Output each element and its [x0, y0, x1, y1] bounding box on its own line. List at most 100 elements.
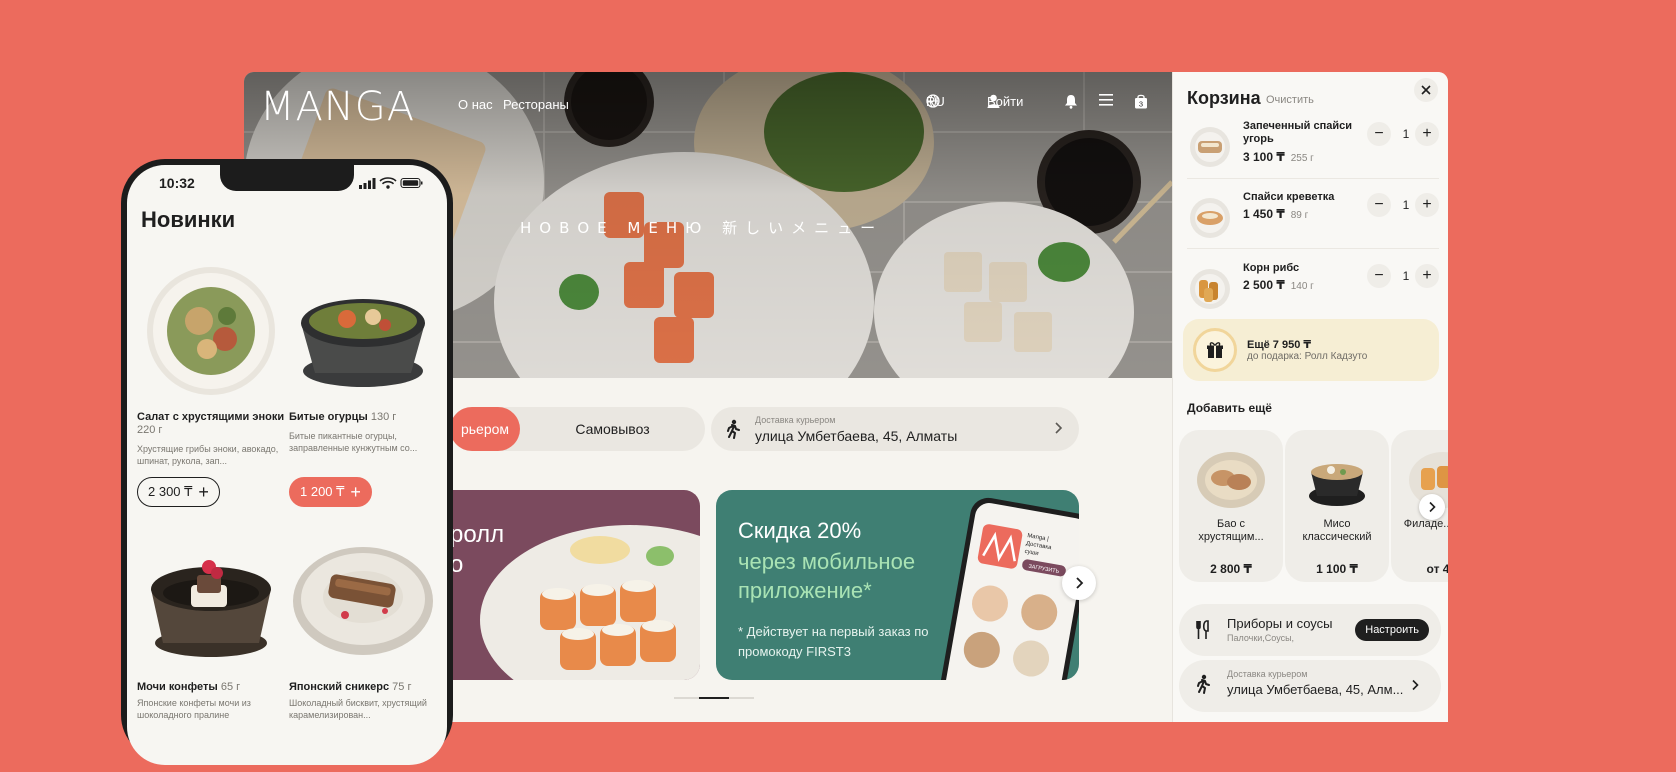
promo-roll-image [480, 525, 700, 680]
increase-qty-button[interactable]: + [1415, 122, 1439, 146]
cutlery-title: Приборы и соусы [1227, 616, 1333, 631]
cart-item-name: Корн рибс [1243, 262, 1300, 274]
cart-item-image [1190, 127, 1230, 167]
promo-app-note: * Действует на первый заказ по промокоду… [738, 624, 929, 659]
shopping-bag-icon: 3 [1135, 94, 1147, 109]
battery-icon [400, 177, 423, 189]
cutlery-sauces-row[interactable]: Приборы и соусы Палочки,Соусы, Настроить [1179, 604, 1441, 656]
cart-item-image [1190, 269, 1230, 309]
suggestion-price: от 4 8 [1426, 562, 1448, 576]
user-icon [987, 94, 1000, 108]
cart-item-price-value: 2 500 ₸ [1243, 278, 1285, 292]
chevron-right-icon [1429, 501, 1436, 513]
cart-clear-button[interactable]: Очистить [1266, 94, 1314, 106]
delivery-method-switch: рьером Самовывоз [450, 407, 705, 451]
promo-card-app-discount[interactable]: Manga | Доставка суши ЗАГРУЗИТЬ Скидка 2… [716, 490, 1079, 680]
nav-about-link[interactable]: О нас [458, 97, 493, 112]
hamburger-icon [1099, 94, 1113, 106]
product-weight: 220 г [137, 424, 163, 436]
language-switch[interactable]: RU [926, 94, 945, 109]
phone-notch [220, 165, 354, 191]
plus-icon: + [350, 481, 361, 502]
cart-item-price: 1 450 ₸ 89 г [1243, 207, 1308, 221]
phone-screen: 10:32 Новинки Салат с хрустящими эноки 2… [127, 165, 447, 765]
product-name-text: Японский сникерс [289, 681, 390, 693]
close-icon [1421, 85, 1431, 95]
tab-courier[interactable]: рьером [450, 407, 520, 451]
logo[interactable]: MANGA [260, 84, 415, 130]
product-card[interactable]: Японский сникерс 75 г Шоколадный бисквит… [289, 531, 437, 721]
suggestion-name: Бао с хрустящим... [1198, 518, 1264, 543]
cart-item-name: Спайси креветка [1243, 191, 1335, 203]
configure-button[interactable]: Настроить [1355, 619, 1429, 641]
tab-pickup[interactable]: Самовывоз [520, 407, 705, 451]
product-card[interactable]: Мочи конфеты 65 г Японские конфеты мочи … [137, 531, 285, 721]
add-more-title: Добавить ещё [1187, 401, 1272, 415]
cart-item: Корн рибс 2 500 ₸ 140 г − 1 + [1187, 262, 1439, 322]
carousel-next-button[interactable] [1062, 566, 1096, 600]
suggestion-name: Мисо классический [1302, 518, 1372, 543]
promo-roll-line-2: о [450, 551, 464, 578]
product-description: Шоколадный бисквит, хрустящий карамелизи… [289, 698, 427, 720]
page-title: Новинки [141, 207, 236, 232]
divider [1187, 248, 1439, 249]
add-to-cart-button[interactable]: 2 300 ₸ + [137, 477, 220, 507]
signal-icon [359, 178, 376, 189]
product-card[interactable]: Битые огурцы 130 г Битые пикантные огурц… [289, 261, 437, 511]
suggestion-image [1309, 464, 1365, 506]
cart-delivery-label: Доставка курьером [1227, 669, 1308, 679]
cart-item: Запеченный спайси угорь 3 100 ₸ 255 г − 1… [1187, 120, 1439, 180]
suggestion-image [1197, 452, 1265, 508]
bell-icon [1065, 95, 1077, 109]
suggestion-price: 2 800 ₸ [1210, 562, 1252, 576]
suggestion-card[interactable]: Бао с хрустящим... 2 800 ₸ [1179, 430, 1283, 582]
delivery-address-label: Доставка курьером [755, 415, 836, 425]
status-time: 10:32 [159, 175, 195, 191]
cutlery-subtitle: Палочки,Соусы, [1227, 633, 1295, 643]
product-card[interactable]: Салат с хрустящими эноки 220 г Хрустящие… [137, 261, 285, 511]
product-name: Битые огурцы 130 г [289, 411, 437, 424]
promo-app-subtitle: через мобильное приложение* [738, 549, 916, 603]
product-weight: 75 г [392, 681, 412, 693]
gift-progress-card: Ещё 7 950 ₸ до подарка: Ролл Кадзуто [1183, 319, 1439, 381]
promo-app-title: Скидка 20% [738, 518, 862, 543]
cart-item-price: 2 500 ₸ 140 г [1243, 278, 1314, 292]
decrease-qty-button[interactable]: − [1367, 193, 1391, 217]
product-description: Битые пикантные огурцы, заправленные кун… [289, 431, 418, 453]
globe-icon [926, 94, 940, 108]
cutlery-icon [1196, 620, 1209, 639]
increase-qty-button[interactable]: + [1415, 193, 1439, 217]
product-image [151, 560, 271, 657]
gift-progress-ring [1193, 328, 1237, 372]
cart-item-price-value: 1 450 ₸ [1243, 207, 1285, 221]
suggestions-next-button[interactable] [1419, 494, 1445, 520]
cart-close-button[interactable] [1414, 78, 1438, 102]
cart-item-weight: 140 г [1290, 281, 1314, 292]
suggestion-card[interactable]: Мисо классический 1 100 ₸ [1285, 430, 1389, 582]
product-price: 1 200 ₸ [300, 484, 345, 499]
product-weight: 130 г [370, 411, 397, 423]
add-to-cart-button[interactable]: 1 200 ₸ + [289, 477, 372, 507]
product-description: Японские конфеты мочи из шоколадного пра… [137, 698, 251, 720]
wifi-icon [379, 177, 397, 189]
product-price: 2 300 ₸ [148, 484, 193, 499]
decrease-qty-button[interactable]: − [1367, 122, 1391, 146]
courier-walk-icon [727, 419, 740, 439]
cart-delivery-row[interactable]: Доставка курьером улица Умбетбаева, 45, … [1179, 660, 1441, 712]
promo-roll-title: ролл о [450, 520, 504, 580]
cart-item-price: 3 100 ₸ 255 г [1243, 150, 1314, 164]
increase-qty-button[interactable]: + [1415, 264, 1439, 288]
cart-title: Корзина [1187, 88, 1261, 108]
delivery-address-field[interactable]: Доставка курьером улица Умбетбаева, 45, … [711, 407, 1079, 451]
product-image [301, 299, 425, 387]
cart-item-weight: 89 г [1290, 210, 1309, 221]
nav-restaurants-link[interactable]: Рестораны [503, 97, 569, 112]
promo-roll-line-1: ролл [450, 521, 505, 548]
product-name-text: Мочи конфеты [137, 681, 218, 693]
plus-icon: + [198, 481, 209, 502]
login-button[interactable]: Войти [987, 94, 1023, 109]
cart-item-name: Запеченный спайси угорь [1243, 120, 1353, 145]
cart-delivery-address: улица Умбетбаева, 45, Алм... [1227, 682, 1404, 697]
promo-card-roll[interactable]: ролл о [450, 490, 700, 680]
decrease-qty-button[interactable]: − [1367, 264, 1391, 288]
